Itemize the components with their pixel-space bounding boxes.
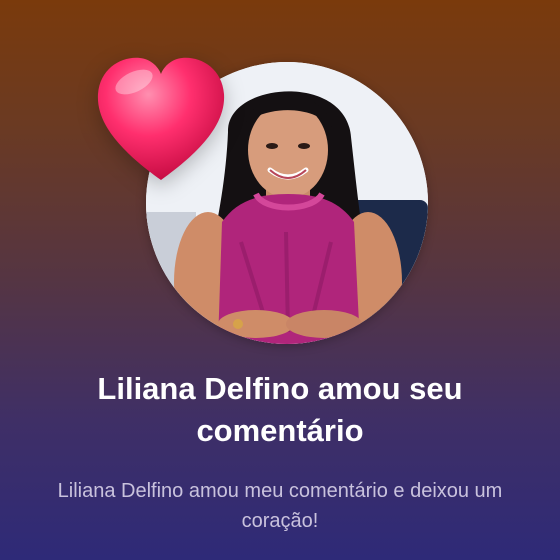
notification-message: Liliana Delfino amou meu comentário e de… (57, 480, 503, 532)
notification-title: Liliana Delfino amou seu comentário (97, 371, 463, 448)
heart-icon (97, 57, 225, 180)
love-reaction-notification: Liliana Delfino amou seu comentário Lili… (0, 0, 560, 560)
